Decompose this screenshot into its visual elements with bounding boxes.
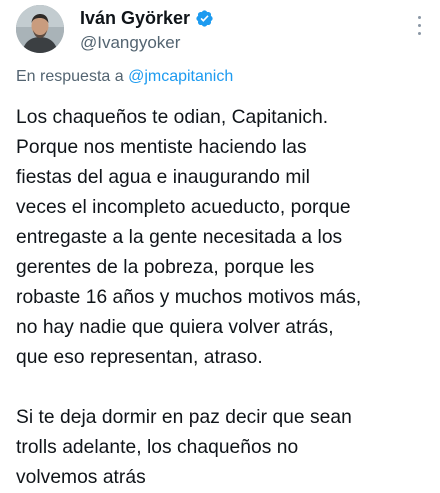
avatar-image <box>16 5 64 53</box>
user-info: Iván Györker @Ivangyoker <box>80 6 214 53</box>
user-handle[interactable]: @Ivangyoker <box>80 33 214 53</box>
more-options-icon[interactable] <box>416 16 422 38</box>
reply-prefix: En respuesta a <box>16 68 124 85</box>
tweet-text: Los chaqueños te odian, Capitanich. Porq… <box>16 103 428 493</box>
verified-badge-icon <box>195 9 214 28</box>
tweet-paragraph: Los chaqueños te odian, Capitanich. Porq… <box>16 107 362 368</box>
reply-mention-link[interactable]: @jmcapitanich <box>128 68 233 85</box>
name-row: Iván Györker <box>80 6 214 30</box>
tweet-header: Iván Györker @Ivangyoker <box>0 0 440 60</box>
display-name[interactable]: Iván Györker <box>80 8 190 29</box>
reply-context: En respuesta a @jmcapitanich <box>16 68 233 86</box>
avatar[interactable] <box>16 5 64 53</box>
tweet-paragraph: Si te deja dormir en paz decir que sean … <box>16 407 352 488</box>
